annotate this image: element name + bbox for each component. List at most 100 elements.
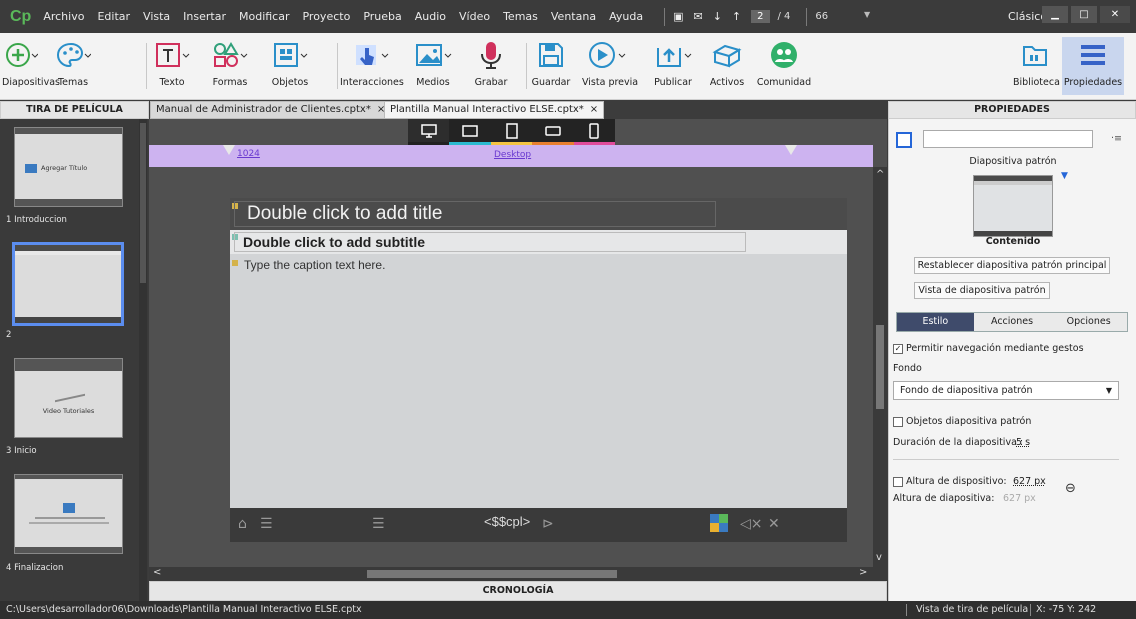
stage-vertical-scrollbar[interactable]: ^ v <box>873 167 887 581</box>
duration-value[interactable]: 5 s <box>1016 437 1030 448</box>
master-objects-checkbox[interactable] <box>893 417 903 427</box>
fondo-select[interactable]: Fondo de diapositiva patrón ▼ <box>893 381 1119 400</box>
gestures-checkbox[interactable]: ✓ <box>893 344 903 354</box>
menu-video[interactable]: Vídeo <box>459 10 490 23</box>
breakpoint-size[interactable]: 1024 <box>237 149 260 159</box>
tab-opciones[interactable]: Opciones <box>1050 313 1128 331</box>
tab-acciones[interactable]: Acciones <box>973 313 1051 331</box>
guardar-button[interactable]: Guardar <box>530 37 572 88</box>
scrollbar-thumb[interactable] <box>367 570 617 578</box>
mute-icon[interactable]: ◁× <box>740 516 763 532</box>
objetos-button[interactable]: Objetos <box>270 37 310 88</box>
arrow-up-icon[interactable]: ↑ <box>732 10 741 23</box>
filmstrip-scrollbar[interactable] <box>139 119 147 601</box>
scroll-down-icon[interactable]: v <box>876 552 882 563</box>
menu-prueba[interactable]: Prueba <box>363 10 401 23</box>
tab-manual-administrador[interactable]: Manual de Administrador de Clientes.cptx… <box>150 101 392 119</box>
minimize-button[interactable]: ▁ <box>1042 6 1068 23</box>
tab-estilo[interactable]: Estilo <box>897 313 974 331</box>
temas-button[interactable]: Temas <box>52 37 94 88</box>
menu-list-icon[interactable]: ☰ <box>372 516 385 532</box>
menu-modificar[interactable]: Modificar <box>239 10 290 23</box>
device-height-value[interactable]: 627 px <box>1013 476 1046 487</box>
menu-ayuda[interactable]: Ayuda <box>609 10 643 23</box>
slide-label-1: 1 Introduccion <box>6 215 67 225</box>
interacciones-button[interactable]: Interacciones <box>340 37 404 88</box>
color-swatch[interactable] <box>896 132 912 148</box>
formas-button[interactable]: Formas <box>210 37 250 88</box>
tablet-landscape-icon[interactable] <box>449 119 491 145</box>
toc-icon[interactable]: ☰ <box>260 516 273 532</box>
diapositivas-button[interactable]: Diapositivas <box>2 37 60 88</box>
publicar-button[interactable]: Publicar <box>650 37 696 88</box>
menu-ventana[interactable]: Ventana <box>551 10 596 23</box>
slide-thumbnail-3[interactable]: Video Tutoriales <box>14 358 123 438</box>
properties-header: PROPIEDADES <box>888 101 1136 119</box>
zoom-level[interactable]: 66 <box>815 11 828 22</box>
biblioteca-button[interactable]: Biblioteca <box>1013 37 1060 88</box>
tablet-portrait-icon[interactable] <box>490 119 533 145</box>
next-icon[interactable]: ⊳ <box>542 516 554 532</box>
breakpoint-name[interactable]: Desktop <box>494 150 531 160</box>
arrow-down-icon[interactable]: ↓ <box>713 10 722 23</box>
colorful-logo-icon <box>710 514 728 536</box>
menu-audio[interactable]: Audio <box>415 10 446 23</box>
comunidad-button[interactable]: Comunidad <box>756 37 812 88</box>
slide-thumbnail-4[interactable] <box>14 474 123 554</box>
tab-plantilla-manual[interactable]: Plantilla Manual Interactivo ELSE.cptx* × <box>384 101 605 119</box>
link-icon[interactable]: ⊖ <box>1065 481 1076 496</box>
reset-master-button[interactable]: Restablecer diapositiva patrón principal <box>914 257 1110 274</box>
save-icon <box>539 43 563 67</box>
menu-editar[interactable]: Editar <box>97 10 130 23</box>
main-toolbar: Diapositivas Temas Texto Formas Objetos … <box>0 33 1136 100</box>
medios-button[interactable]: Medios <box>413 37 453 88</box>
menu-temas[interactable]: Temas <box>503 10 538 23</box>
scrollbar-thumb[interactable] <box>876 325 884 409</box>
grabar-button[interactable]: Grabar <box>470 37 512 88</box>
slide-thumbnail-2[interactable] <box>12 242 124 326</box>
caption-icon[interactable]: ▣ <box>673 10 683 23</box>
close-window-button[interactable]: ✕ <box>1100 6 1130 23</box>
menu-vista[interactable]: Vista <box>143 10 170 23</box>
scroll-right-icon[interactable]: > <box>859 567 867 578</box>
slide-name-input[interactable] <box>923 130 1093 148</box>
fondo-value: Fondo de diapositiva patrón <box>900 385 1033 396</box>
vista-previa-button[interactable]: Vista previa <box>582 37 638 88</box>
panel-menu-icon[interactable]: ·≡ <box>1111 133 1122 144</box>
desktop-device-icon[interactable] <box>408 119 450 145</box>
breakpoint-right-marker[interactable] <box>785 145 797 155</box>
current-slide-field[interactable]: 2 <box>751 10 770 23</box>
texto-button[interactable]: Texto <box>153 37 191 88</box>
menu-proyecto[interactable]: Proyecto <box>302 10 350 23</box>
menu-archivo[interactable]: Archivo <box>43 10 84 23</box>
slide-thumbnail-1[interactable]: Agregar Título <box>14 127 123 207</box>
objects-icon <box>274 43 308 67</box>
phone-landscape-icon[interactable] <box>532 119 574 145</box>
master-dropdown-icon[interactable]: ▼ <box>1061 171 1068 181</box>
tab-close-icon[interactable]: × <box>590 104 598 115</box>
scroll-up-icon[interactable]: ^ <box>876 169 884 180</box>
title-placeholder[interactable]: Double click to add title <box>234 201 716 227</box>
stage-horizontal-scrollbar[interactable]: < > <box>149 567 873 581</box>
propiedades-button[interactable]: Propiedades <box>1062 37 1124 95</box>
zoom-dropdown-icon[interactable]: ▼ <box>864 10 870 19</box>
breakpoint-bar[interactable]: 1024 Desktop <box>149 145 873 167</box>
master-slide-thumbnail[interactable] <box>973 175 1053 237</box>
home-icon[interactable]: ⌂ <box>238 516 247 532</box>
close-player-icon[interactable]: ✕ <box>768 516 780 532</box>
timeline-header[interactable]: CRONOLOGÍA <box>149 581 887 601</box>
activos-button[interactable]: Activos <box>706 37 748 88</box>
device-height-checkbox[interactable] <box>893 477 903 487</box>
maximize-button[interactable]: □ <box>1071 6 1097 23</box>
mail-icon[interactable]: ✉ <box>693 10 702 23</box>
slide-canvas[interactable]: Double click to add title Double click t… <box>230 198 847 542</box>
menu-insertar[interactable]: Insertar <box>183 10 226 23</box>
breakpoint-left-marker[interactable] <box>223 145 235 155</box>
scrollbar-thumb[interactable] <box>140 123 146 283</box>
subtitle-placeholder[interactable]: Double click to add subtitle <box>234 232 746 252</box>
caption-placeholder[interactable]: Type the caption text here. <box>244 258 385 272</box>
view-master-button[interactable]: Vista de diapositiva patrón <box>914 282 1050 299</box>
activos-label: Activos <box>709 77 745 88</box>
scroll-left-icon[interactable]: < <box>153 567 161 578</box>
phone-portrait-icon[interactable] <box>573 119 616 145</box>
